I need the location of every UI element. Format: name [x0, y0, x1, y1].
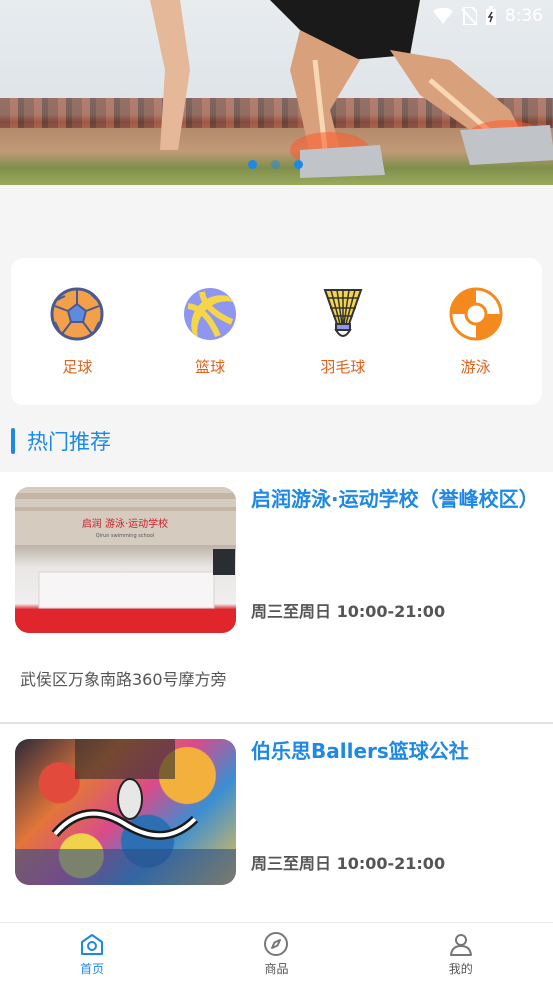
- nav-label: 我的: [448, 961, 473, 976]
- category-label: 游泳: [460, 358, 491, 376]
- venue-hours: 周三至周日 10:00-21:00: [251, 602, 446, 621]
- category-soccer[interactable]: 足球: [22, 286, 132, 377]
- nav-goods[interactable]: 商品: [216, 931, 336, 977]
- wifi-icon: [432, 8, 453, 24]
- venue-thumbnail: 启润 游泳·运动学校 Qirun swimming school: [15, 487, 236, 633]
- section-accent-bar: [11, 428, 15, 454]
- nav-label: 首页: [80, 961, 105, 976]
- shuttlecock-icon: [323, 289, 363, 337]
- battery-icon: [485, 6, 496, 25]
- category-basketball[interactable]: 篮球: [155, 286, 265, 377]
- banner-carousel[interactable]: 8:36: [0, 0, 553, 185]
- lifebuoy-icon: [449, 287, 503, 341]
- category-label: 足球: [62, 358, 93, 376]
- carousel-indicator: [248, 160, 303, 169]
- venue-card[interactable]: 伯乐思Ballers篮球公社 周三至周日 10:00-21:00: [0, 724, 553, 922]
- soccer-ball-icon: [50, 287, 104, 341]
- status-time: 8:36: [504, 6, 543, 26]
- nav-home[interactable]: 首页: [32, 931, 152, 977]
- category-card: 足球 篮球 羽毛球 游泳: [11, 258, 542, 405]
- venue-address: 武侯区万象南路360号摩方旁: [20, 670, 227, 689]
- section-title: 热门推荐: [27, 430, 111, 454]
- carousel-dot[interactable]: [248, 160, 257, 169]
- venue-hours: 周三至周日 10:00-21:00: [251, 854, 446, 873]
- category-label: 羽毛球: [320, 358, 366, 376]
- basketball-icon: [184, 288, 237, 340]
- reception-illustration: 启润 游泳·运动学校 Qirun swimming school: [15, 487, 236, 633]
- venue-card[interactable]: 启润 游泳·运动学校 Qirun swimming school 启润游泳·运动…: [0, 472, 553, 724]
- category-label: 篮球: [195, 358, 226, 376]
- category-swimming[interactable]: 游泳: [421, 286, 531, 377]
- nav-mine[interactable]: 我的: [401, 931, 521, 977]
- status-bar: 8:36: [432, 4, 543, 28]
- compass-icon: [264, 931, 289, 956]
- nav-label: 商品: [264, 961, 289, 976]
- thumb-sign: 启润 游泳·运动学校: [82, 517, 168, 530]
- section-header: 热门推荐: [11, 424, 111, 458]
- category-badminton[interactable]: 羽毛球: [288, 286, 398, 377]
- venue-thumbnail: [15, 739, 236, 885]
- carousel-dot[interactable]: [271, 160, 280, 169]
- venue-name[interactable]: 启润游泳·运动学校（誉峰校区）: [251, 486, 541, 512]
- carousel-dot[interactable]: [294, 160, 303, 169]
- venue-name[interactable]: 伯乐思Ballers篮球公社: [251, 738, 541, 764]
- graffiti-illustration: [15, 739, 236, 885]
- user-icon: [449, 933, 472, 956]
- home-icon: [81, 933, 104, 955]
- venue-list[interactable]: 启润 游泳·运动学校 Qirun swimming school 启润游泳·运动…: [0, 472, 553, 922]
- thumb-sign-en: Qirun swimming school: [96, 533, 154, 539]
- bottom-navigation: 首页 商品 我的: [0, 922, 553, 984]
- no-sim-icon: [461, 7, 477, 25]
